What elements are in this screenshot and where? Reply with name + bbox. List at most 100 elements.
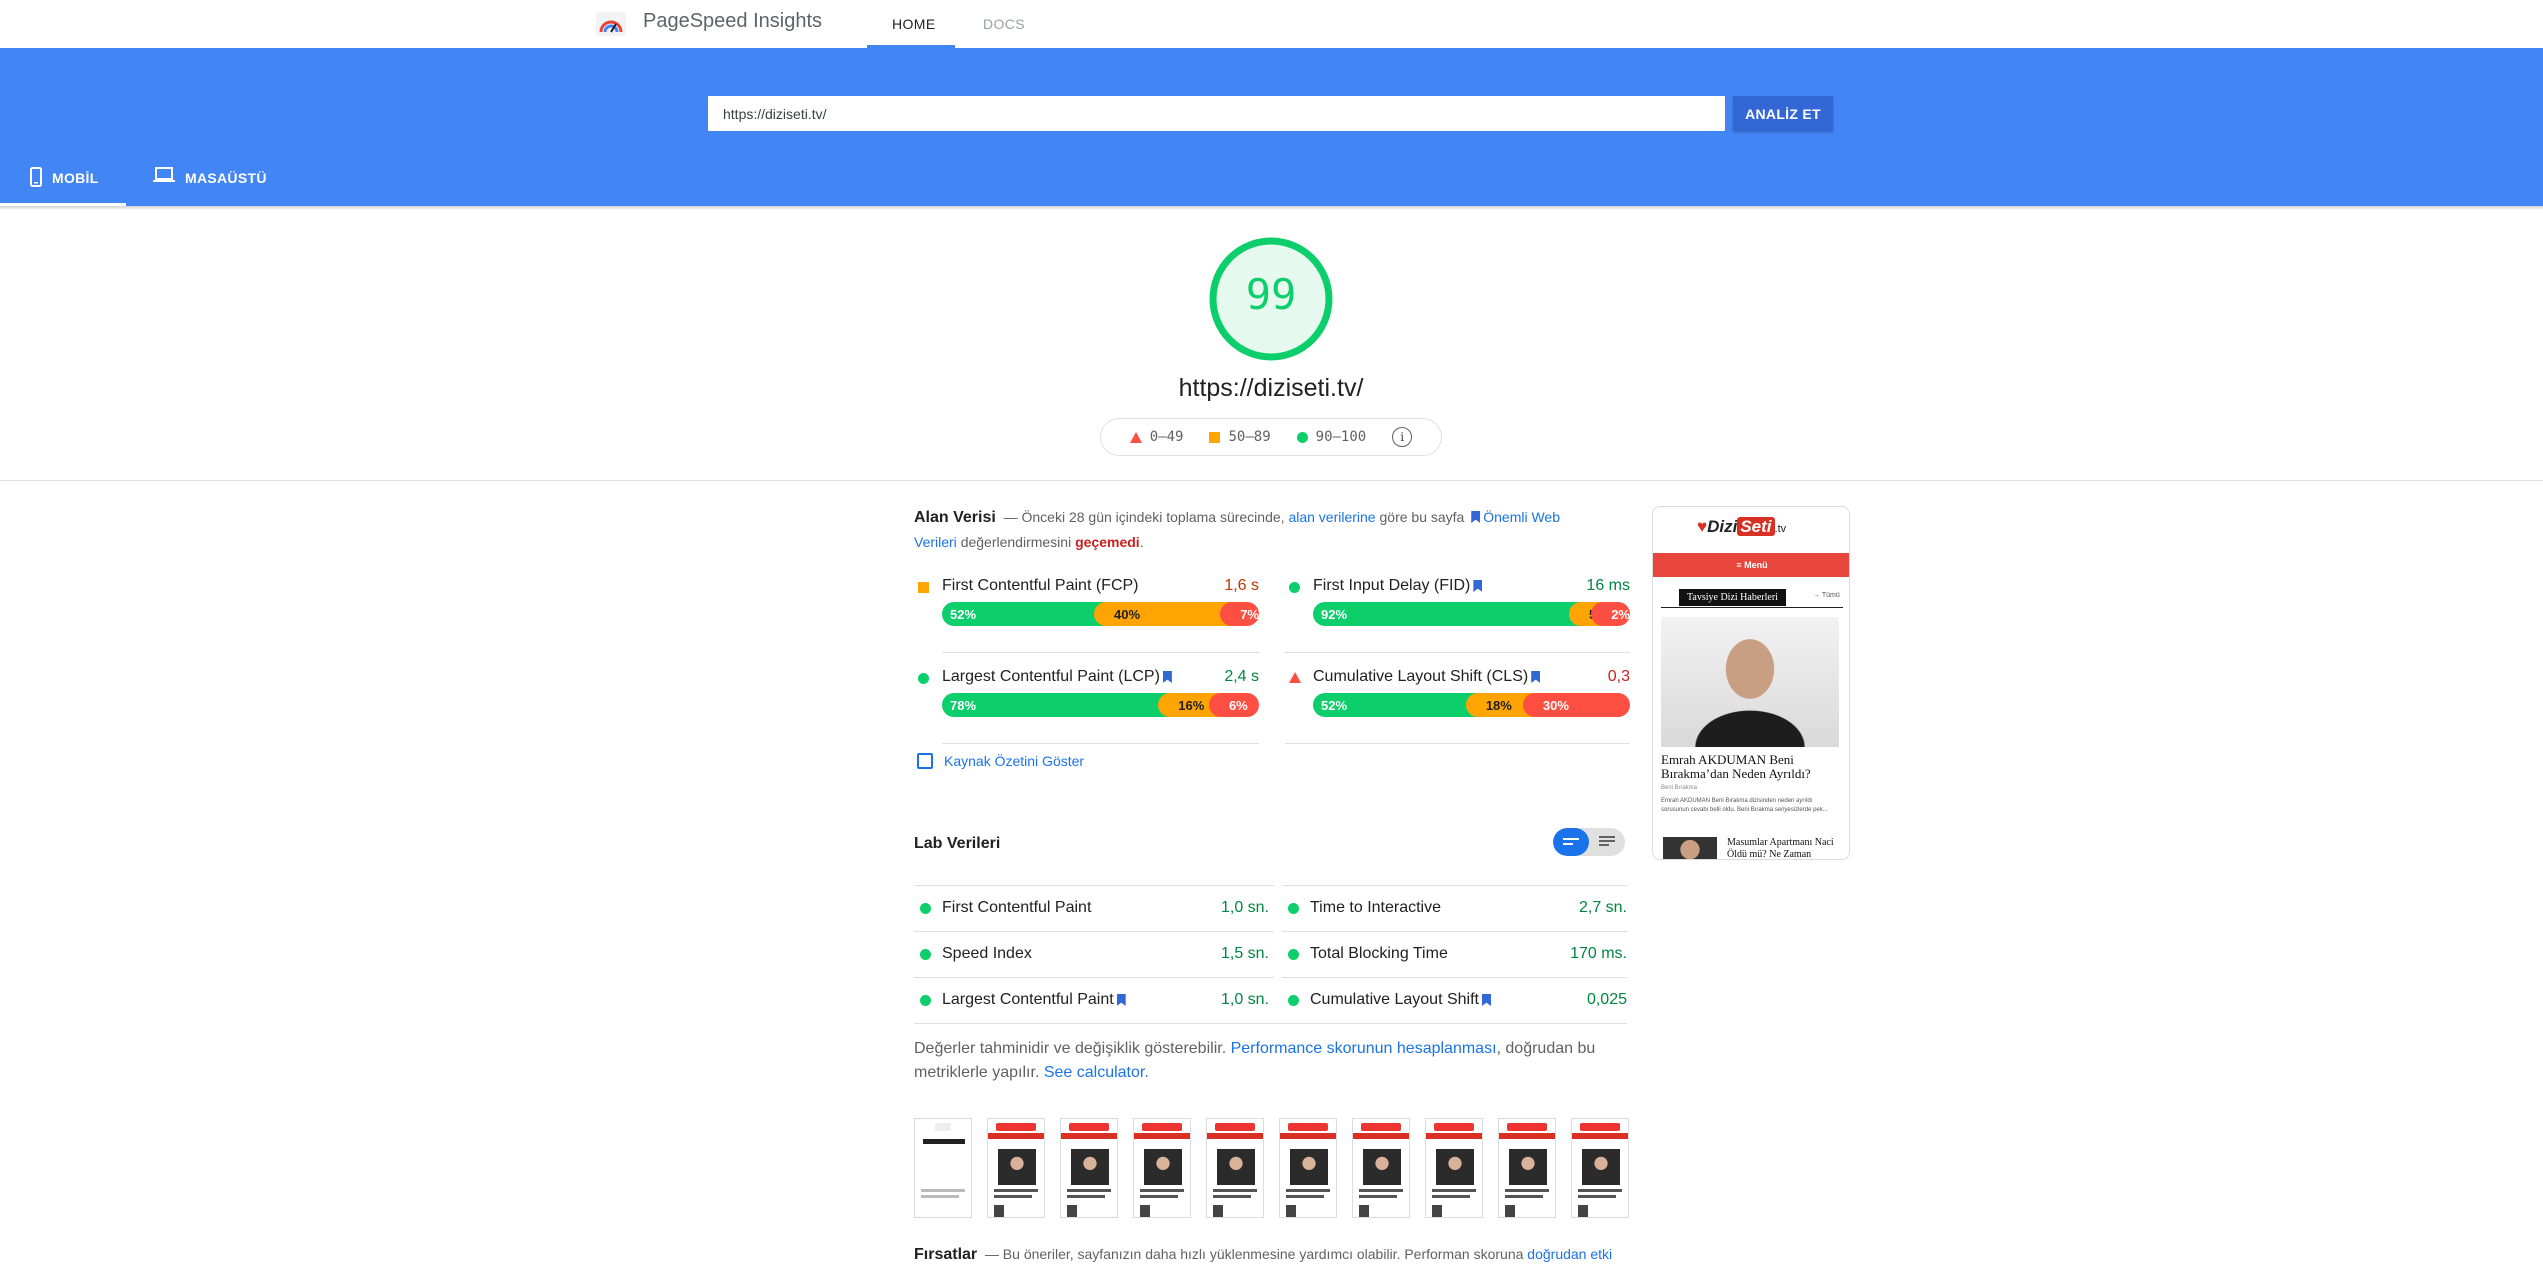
site-rule — [1661, 607, 1843, 608]
expanded-view-toggle[interactable] — [1589, 828, 1625, 856]
field-data-link[interactable]: alan verilerine — [1288, 509, 1375, 525]
checkbox[interactable] — [917, 753, 933, 769]
circle-icon — [918, 673, 929, 684]
metric-value: 0,3 — [1607, 668, 1630, 685]
tab-home[interactable]: HOME — [892, 16, 936, 32]
see-calculator-link[interactable]: See calculator. — [1044, 1064, 1149, 1081]
bookmark-icon — [1471, 511, 1481, 523]
dist-good: 78% — [942, 693, 1171, 717]
row-divider — [1285, 652, 1630, 653]
tab-mobile-label: MOBİL — [52, 170, 99, 186]
bookmark-icon — [1162, 671, 1172, 683]
site-all-link: → Tümü — [1813, 592, 1840, 599]
smartphone-icon — [30, 167, 42, 187]
performance-score: 99 — [1245, 270, 1297, 319]
tab-mobile[interactable]: MOBİL — [0, 167, 126, 206]
site-author: Beni Bırakma — [1661, 785, 1698, 791]
performance-calc-link[interactable]: Performance skorunun hesaplanması — [1231, 1040, 1497, 1057]
lab-metric-tbt: Total Blocking Time 170 ms. — [1282, 931, 1627, 977]
circle-icon — [1288, 903, 1299, 914]
lab-view-toggle[interactable] — [1553, 828, 1625, 856]
show-origin-summary[interactable]: Kaynak Özetini Göster — [917, 753, 1084, 769]
pagespeed-logo-icon[interactable] — [596, 12, 626, 36]
tab-docs[interactable]: DOCS — [983, 16, 1025, 32]
legend-average: 50–89 — [1209, 429, 1271, 445]
lab-metric-name: Speed Index — [942, 945, 1032, 962]
filmstrip-frame — [1060, 1118, 1118, 1218]
legend-average-label: 50–89 — [1228, 429, 1271, 445]
lab-metric-tti: Time to Interactive 2,7 sn. — [1282, 885, 1627, 931]
lab-metric-value: 1,0 sn. — [1220, 899, 1269, 916]
dist-poor: 7% — [1220, 602, 1259, 626]
circle-icon — [1296, 431, 1308, 443]
top-bar: PageSpeed Insights HOME DOCS — [0, 0, 2543, 48]
analyze-button[interactable]: ANALİZ ET — [1733, 96, 1833, 131]
tab-desktop-label: MASAÜSTÜ — [185, 170, 267, 186]
dist-poor: 6% — [1208, 693, 1259, 717]
filmstrip-frame — [987, 1118, 1045, 1218]
direct-impact-link[interactable]: doğrudan etki — [1527, 1246, 1612, 1262]
filmstrip — [914, 1118, 1629, 1218]
lab-metric-name-wrap: Cumulative Layout Shift — [1310, 991, 1494, 1009]
lab-metric-name: First Contentful Paint — [942, 899, 1092, 916]
logo-text-1: Dizi — [1707, 517, 1738, 536]
origin-summary-label: Kaynak Özetini Göster — [944, 753, 1085, 769]
site-headline-2: Masumlar Apartmanı Naci Öldü mü? Ne Zama… — [1727, 837, 1834, 860]
metric-name-wrap: First Input Delay (FID) — [1313, 577, 1485, 595]
field-desc-end: . — [1139, 534, 1144, 550]
logo-text-3: .tv — [1774, 523, 1787, 535]
opportunities-header: Fırsatlar — Bu öneriler, sayfanızın daha… — [914, 1246, 1612, 1264]
app-title: PageSpeed Insights — [643, 10, 823, 32]
lab-data-title: Lab Verileri — [914, 835, 1001, 852]
circle-icon — [920, 949, 931, 960]
distribution-bar: 52% 40% 7% — [942, 602, 1259, 626]
lab-note-text-1: Değerler tahminidir ve değişiklik göster… — [914, 1040, 1227, 1057]
analysis-header: ANALİZ ET MOBİL MASAÜSTÜ — [0, 48, 2543, 206]
lab-metric-value: 170 ms. — [1570, 945, 1627, 962]
square-icon — [1209, 431, 1221, 443]
section-divider — [0, 480, 2543, 481]
filmstrip-frame — [1352, 1118, 1410, 1218]
lab-note: Değerler tahminidir ve değişiklik göster… — [914, 1037, 1634, 1085]
circle-icon — [1288, 949, 1299, 960]
legend-good-label: 90–100 — [1315, 429, 1367, 445]
circle-icon — [920, 903, 931, 914]
score-legend: 0–49 50–89 90–100 i — [1100, 418, 1442, 456]
lab-metric-value: 2,7 sn. — [1578, 899, 1627, 916]
expanded-list-icon — [1599, 836, 1615, 846]
compact-view-toggle[interactable] — [1553, 828, 1589, 856]
site-thumbnail — [1663, 837, 1717, 859]
lab-metric-name: Time to Interactive — [1310, 899, 1442, 916]
field-desc-3: değerlendirmesini — [960, 534, 1072, 550]
triangle-icon — [1289, 672, 1301, 683]
lab-metric-name: Largest Contentful Paint — [942, 991, 1114, 1008]
row-divider — [942, 743, 1259, 744]
compact-list-icon — [1563, 838, 1579, 845]
legend-poor: 0–49 — [1129, 429, 1184, 445]
tab-desktop[interactable]: MASAÜSTÜ — [153, 167, 267, 206]
lab-metric-fcp: First Contentful Paint 1,0 sn. — [914, 885, 1274, 931]
header-shadow — [0, 206, 2543, 210]
circle-icon — [920, 995, 931, 1006]
metric-value: 16 ms — [1586, 577, 1630, 594]
dist-good: 52% — [942, 602, 1107, 626]
bookmark-icon — [1473, 580, 1483, 592]
info-icon[interactable]: i — [1392, 427, 1413, 447]
filmstrip-frame — [1206, 1118, 1264, 1218]
url-input[interactable] — [708, 96, 1725, 131]
logo-heart-icon: ♥ — [1697, 517, 1708, 536]
row-divider — [1285, 743, 1630, 744]
site-menu: ≡ Menü — [1653, 553, 1849, 577]
logo-text-2: Seti — [1737, 517, 1775, 536]
filmstrip-frame — [1571, 1118, 1629, 1218]
field-desc-1: — Önceki 28 gün içindeki toplama sürecin… — [1003, 509, 1285, 525]
distribution-bar: 78% 16% 6% — [942, 693, 1259, 717]
metric-name: Cumulative Layout Shift (CLS) — [1313, 668, 1529, 685]
field-metric-fid: First Input Delay (FID) 16 ms 92% 5% 2% — [1285, 577, 1630, 637]
triangle-icon — [1129, 431, 1142, 443]
legend-poor-label: 0–49 — [1149, 429, 1184, 445]
square-icon — [918, 582, 929, 593]
metric-value: 2,4 s — [1224, 668, 1259, 685]
legend-good: 90–100 — [1296, 429, 1367, 445]
lab-metric-name-wrap: Largest Contentful Paint — [942, 991, 1129, 1009]
